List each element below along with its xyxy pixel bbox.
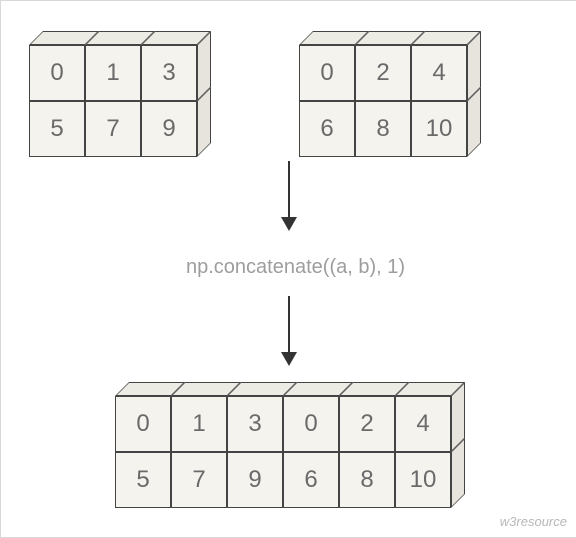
arrow-down-icon [288,296,290,364]
array-cell: 2 [339,396,395,452]
array-cell: 5 [115,452,171,508]
cell-value: 9 [227,452,283,508]
cell-value: 7 [85,101,141,157]
watermark: w3resource [500,514,567,529]
array-b: 0628410 [299,45,467,157]
array-cell: 4 [411,45,467,101]
cell-value: 6 [299,101,355,157]
cell-value: 8 [355,101,411,157]
array-cell: 6 [283,452,339,508]
cell-value: 2 [339,396,395,452]
array-cell: 5 [29,101,85,157]
array-cell: 0 [29,45,85,101]
cell-value: 0 [115,396,171,452]
cell-value: 1 [85,45,141,101]
cell-value: 4 [395,396,451,452]
array-cell: 0 [283,396,339,452]
cell-value: 9 [141,101,197,157]
array-result: 0517390628410 [115,396,451,508]
cell-value: 3 [227,396,283,452]
array-cell: 3 [141,45,197,101]
operation-label: np.concatenate((a, b), 1) [186,256,405,279]
cell-value: 8 [339,452,395,508]
cell-value: 10 [395,452,451,508]
array-cell: 2 [355,45,411,101]
cell-value: 3 [141,45,197,101]
array-cell: 1 [171,396,227,452]
array-cell: 8 [339,452,395,508]
arrow-down-icon [288,161,290,229]
array-cell: 10 [411,101,467,157]
cell-value: 6 [283,452,339,508]
array-cell: 9 [227,452,283,508]
array-cell: 1 [85,45,141,101]
array-a: 051739 [29,45,197,157]
array-cell: 3 [227,396,283,452]
array-cell: 7 [171,452,227,508]
array-cell: 10 [395,452,451,508]
cell-value: 5 [115,452,171,508]
cell-value: 1 [171,396,227,452]
cell-value: 0 [283,396,339,452]
array-cell: 9 [141,101,197,157]
array-cell: 7 [85,101,141,157]
cell-value: 0 [29,45,85,101]
cell-value: 2 [355,45,411,101]
diagram-canvas: 051739 0628410 np.concatenate((a, b), 1)… [0,0,576,538]
cell-value: 5 [29,101,85,157]
cell-value: 4 [411,45,467,101]
array-cell: 0 [299,45,355,101]
array-cell: 6 [299,101,355,157]
array-cell: 4 [395,396,451,452]
cell-value: 0 [299,45,355,101]
array-cell: 8 [355,101,411,157]
array-cell: 0 [115,396,171,452]
cell-value: 10 [411,101,467,157]
cell-value: 7 [171,452,227,508]
